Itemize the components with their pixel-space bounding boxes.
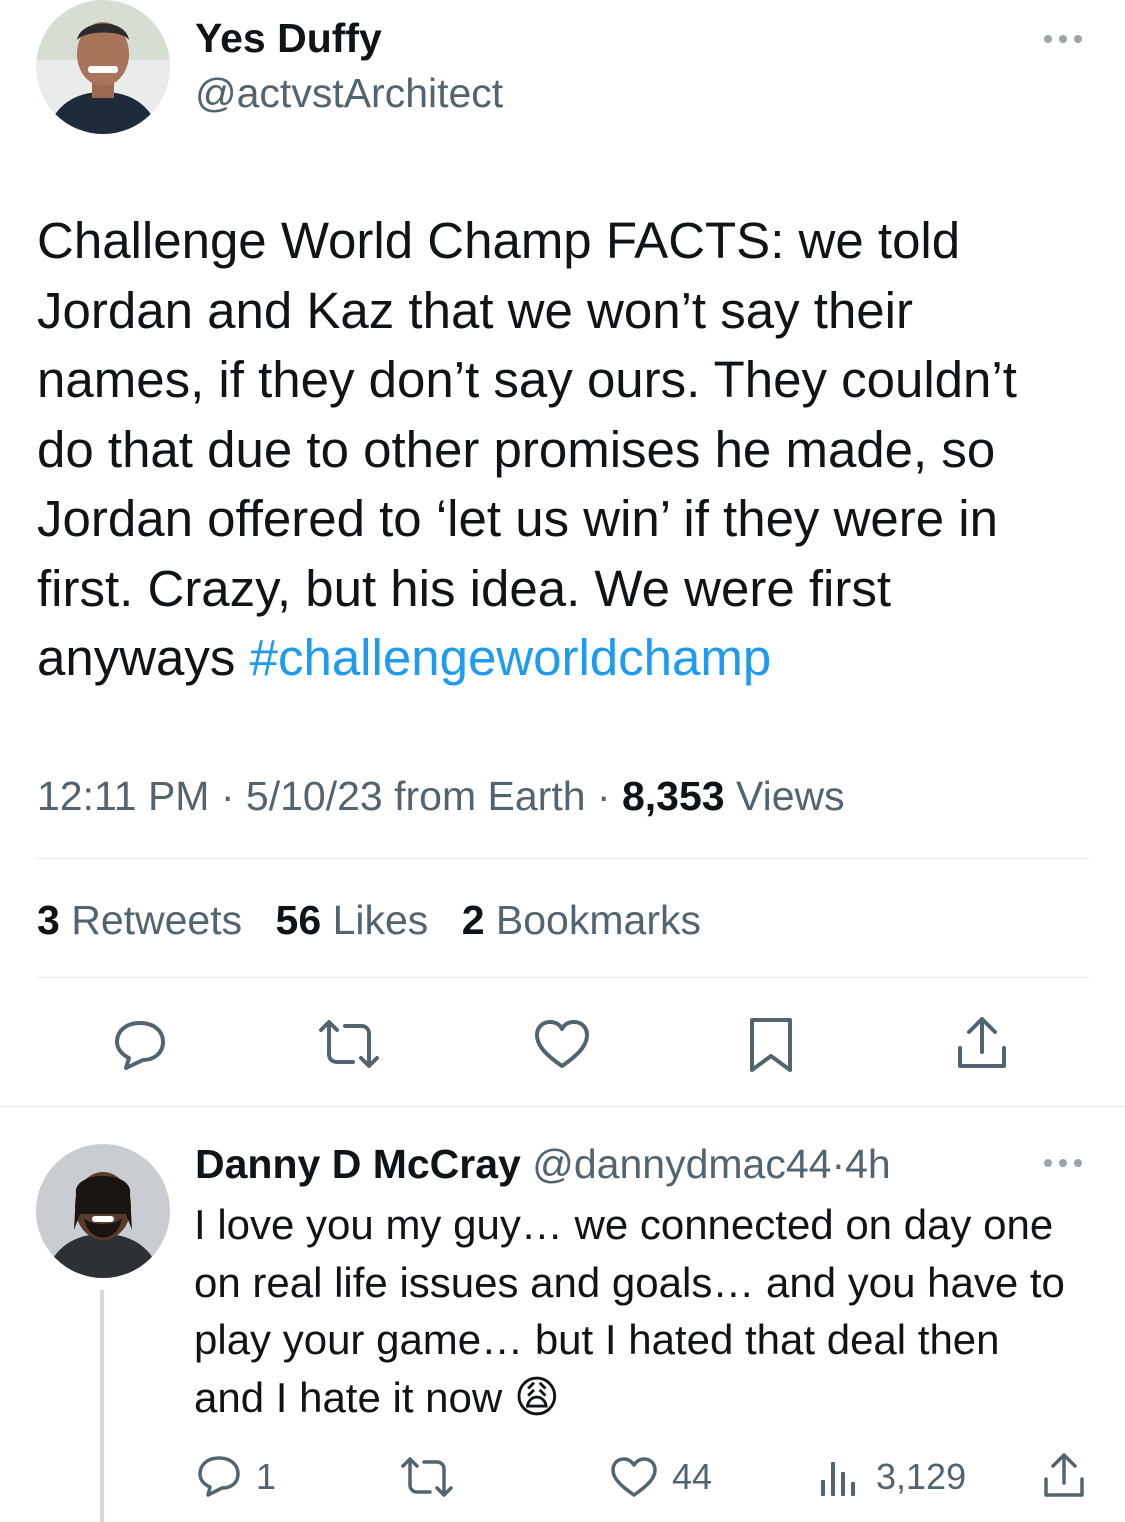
reply-heart-icon[interactable] bbox=[610, 1456, 658, 1498]
reply-like-count: 44 bbox=[672, 1456, 713, 1497]
reply-icon[interactable] bbox=[112, 1016, 168, 1072]
views-label: Views bbox=[736, 773, 845, 819]
tweet-date[interactable]: 5/10/23 bbox=[246, 773, 383, 819]
likes-stat[interactable]: 56 Likes bbox=[276, 897, 440, 943]
likes-label: Likes bbox=[332, 897, 429, 943]
divider bbox=[0, 1106, 1125, 1107]
bookmark-icon[interactable] bbox=[748, 1016, 794, 1074]
tweet-source: from Earth bbox=[394, 773, 586, 819]
reply-count: 1 bbox=[256, 1456, 277, 1497]
more-icon[interactable] bbox=[1040, 30, 1086, 48]
reply-age[interactable]: 4h bbox=[845, 1141, 891, 1187]
divider bbox=[37, 858, 1089, 859]
bookmarks-label: Bookmarks bbox=[495, 897, 701, 943]
separator: · bbox=[220, 773, 235, 819]
views-icon[interactable] bbox=[818, 1458, 860, 1498]
reply-author-name[interactable]: Danny D McCray bbox=[195, 1141, 521, 1187]
heart-icon[interactable] bbox=[533, 1018, 591, 1070]
bookmarks-count: 2 bbox=[461, 897, 485, 943]
separator: · bbox=[596, 773, 611, 819]
hashtag-link[interactable]: #challengeworldchamp bbox=[250, 629, 772, 686]
author-handle[interactable]: @actvstArchitect bbox=[195, 69, 503, 117]
reply-text: I love you my guy… we connected on day o… bbox=[194, 1196, 1074, 1426]
author-avatar[interactable] bbox=[36, 0, 170, 134]
tweet-text-body: Challenge World Champ FACTS: we told Jor… bbox=[37, 212, 1017, 686]
likes-count: 56 bbox=[275, 897, 322, 943]
tweet-text: Challenge World Champ FACTS: we told Jor… bbox=[37, 206, 1047, 693]
tweet-meta: 12:11 PM · 5/10/23 from Earth · 8,353 Vi… bbox=[37, 772, 845, 820]
reply-retweet-icon[interactable] bbox=[398, 1454, 456, 1500]
reply-author-avatar[interactable] bbox=[36, 1144, 170, 1278]
weary-face-emoji: 😩 bbox=[513, 1372, 560, 1422]
retweets-label: Retweets bbox=[71, 897, 243, 943]
divider bbox=[37, 977, 1089, 978]
separator: · bbox=[831, 1141, 846, 1187]
reply-header: Danny D McCray @dannydmac44·4h bbox=[195, 1140, 891, 1188]
author-name[interactable]: Yes Duffy bbox=[195, 14, 382, 62]
tweet-time[interactable]: 12:11 PM bbox=[37, 773, 209, 819]
reply-author-handle[interactable]: @dannydmac44 bbox=[532, 1141, 831, 1187]
reply-text-body: I love you my guy… we connected on day o… bbox=[194, 1201, 1065, 1421]
share-icon[interactable] bbox=[955, 1014, 1009, 1072]
reply-share-icon[interactable] bbox=[1042, 1452, 1086, 1500]
reply-more-icon[interactable] bbox=[1040, 1154, 1086, 1172]
reply-reply-icon[interactable] bbox=[196, 1454, 242, 1498]
retweets-count: 3 bbox=[37, 897, 60, 943]
reply-views-count: 3,129 bbox=[876, 1456, 967, 1497]
bookmarks-stat[interactable]: 2 Bookmarks bbox=[462, 897, 701, 943]
retweet-icon[interactable] bbox=[315, 1016, 383, 1072]
views-count: 8,353 bbox=[621, 773, 725, 819]
thread-line bbox=[100, 1290, 104, 1522]
retweets-stat[interactable]: 3 Retweets bbox=[37, 897, 254, 943]
engagement-stats: 3 Retweets 56 Likes 2 Bookmarks bbox=[37, 896, 701, 944]
